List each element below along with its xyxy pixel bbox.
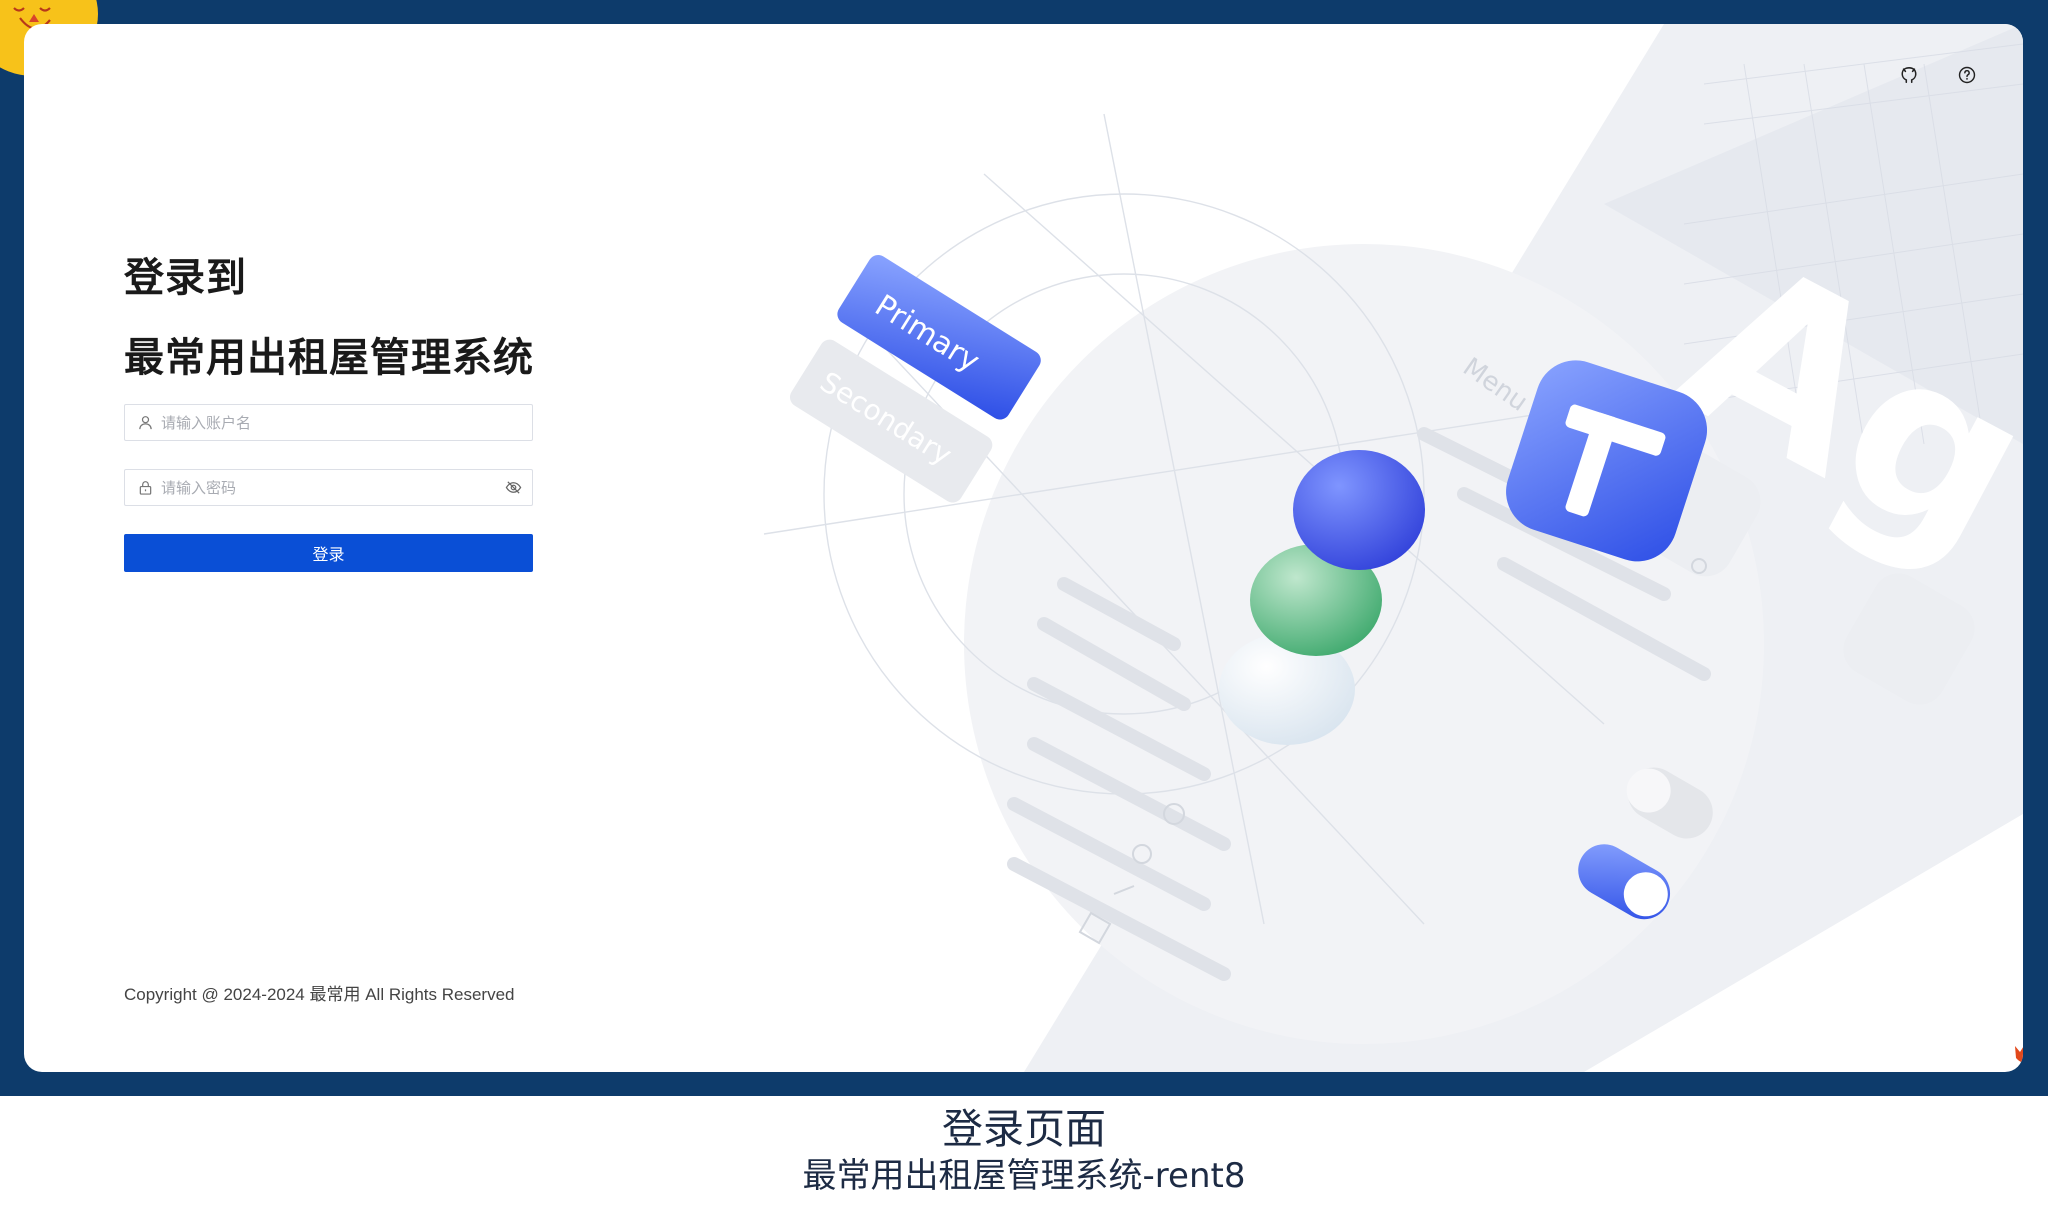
help-icon[interactable] bbox=[1956, 64, 1978, 86]
password-field bbox=[124, 469, 533, 506]
password-input[interactable] bbox=[161, 470, 504, 505]
caption-title: 登录页面 bbox=[942, 1105, 1106, 1153]
screenshot-frame: Ag Menu Secondary Primary 登录到 最常用出租屋管理系统… bbox=[0, 0, 2048, 1096]
login-button[interactable]: 登录 bbox=[124, 534, 533, 572]
tulip-icon bbox=[2015, 1046, 2023, 1063]
decorative-illustration: Ag Menu Secondary Primary bbox=[763, 24, 2023, 1072]
login-title-prefix: 登录到 bbox=[124, 255, 247, 301]
image-caption: 登录页面 最常用出租屋管理系统-rent8 bbox=[0, 1096, 2048, 1206]
github-icon[interactable] bbox=[1898, 64, 1920, 86]
login-form: 登录到 最常用出租屋管理系统 请输入账户名 登录 bbox=[124, 250, 544, 572]
user-icon bbox=[137, 415, 153, 431]
login-card: Ag Menu Secondary Primary 登录到 最常用出租屋管理系统… bbox=[24, 24, 2023, 1072]
username-field bbox=[124, 404, 533, 441]
copyright-text: Copyright @ 2024-2024 最常用 All Rights Res… bbox=[124, 985, 515, 1004]
system-name-title: 最常用出租屋管理系统 bbox=[124, 335, 534, 381]
top-toolbar bbox=[1898, 64, 1978, 86]
username-input[interactable] bbox=[161, 405, 532, 440]
hide-password-icon[interactable] bbox=[504, 479, 522, 497]
lock-icon bbox=[137, 480, 153, 496]
caption-subtitle: 最常用出租屋管理系统-rent8 bbox=[802, 1156, 1246, 1196]
